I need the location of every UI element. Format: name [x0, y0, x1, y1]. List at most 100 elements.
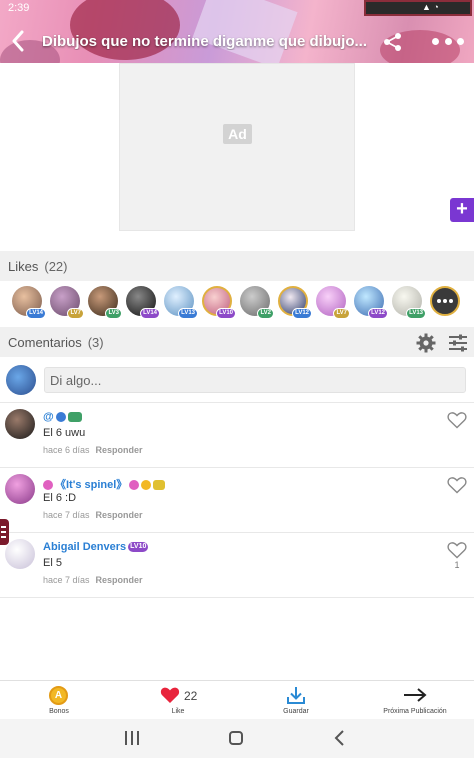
comment-item: @ El 6 uwu hace 6 días Responder: [0, 403, 474, 467]
comment-author[interactable]: @: [43, 411, 82, 423]
level-badge-icon: [67, 412, 82, 423]
liker-avatar[interactable]: LV14: [12, 286, 46, 319]
share-button[interactable]: [382, 31, 404, 53]
heart-outline-icon[interactable]: [447, 476, 467, 494]
post-screen: 2:39 ▲ ◔ Dibujos que no termine diganme …: [0, 0, 474, 758]
level-badge: LV3: [105, 308, 122, 319]
comment-meta: hace 7 días Responder: [43, 510, 143, 520]
liker-avatar[interactable]: LV13: [392, 286, 426, 319]
liker-avatar[interactable]: LV2: [240, 286, 274, 319]
back-button[interactable]: [6, 26, 30, 56]
comment-input[interactable]: [44, 367, 466, 393]
level-badge: LV7: [333, 308, 350, 319]
post-header: 2:39 ▲ ◔ Dibujos que no termine diganme …: [0, 0, 474, 63]
comment-time: hace 7 días: [43, 575, 90, 585]
likes-title-label: Likes: [8, 259, 39, 274]
level-badge: LV7: [67, 308, 84, 319]
next-post-button[interactable]: Próxima Publicación: [370, 681, 460, 720]
comment-text: El 6 uwu: [43, 427, 86, 439]
comment-author-name: 《It's spinel》: [55, 479, 128, 491]
wifi-icon: ▲ ◔: [422, 2, 439, 12]
level-badge: LV13: [406, 308, 426, 319]
comment-meta: hace 6 días Responder: [43, 445, 143, 455]
arrow-right-icon: [404, 688, 427, 702]
my-avatar: [6, 365, 36, 395]
comments-title: Comentarios (3): [8, 335, 104, 350]
likers-row: LV14 LV7 LV3 LV14 LV13 LV10 LV2 LV12 LV7…: [0, 283, 474, 323]
liker-avatar[interactable]: LV7: [316, 286, 350, 319]
system-nav-bar: [0, 719, 474, 758]
comment-author[interactable]: 《It's spinel》: [43, 476, 166, 492]
comment-avatar[interactable]: [5, 539, 35, 569]
share-icon: [384, 33, 401, 51]
gem-icon: [129, 480, 140, 491]
gem-icon: [43, 480, 53, 491]
comment-time: hace 7 días: [43, 510, 90, 520]
likes-title: Likes (22): [8, 259, 67, 274]
comment-author[interactable]: Abigail Denvers LV10: [43, 541, 149, 553]
divider: [0, 597, 474, 598]
heart-icon: [160, 687, 180, 703]
ad-label: Ad: [223, 124, 252, 144]
dot-icon: [432, 37, 439, 45]
status-bar-overlay: [364, 0, 472, 16]
post-title: Dibujos que no termine diganme que dibuj…: [42, 33, 368, 50]
status-time: 2:39: [8, 2, 30, 14]
comment-like-count: 1: [454, 560, 460, 570]
filter-sliders-icon[interactable]: [448, 334, 468, 352]
home-button[interactable]: [229, 731, 243, 745]
level-badge: LV10: [216, 308, 236, 319]
reply-button[interactable]: Responder: [96, 510, 143, 520]
chevron-left-icon: [12, 30, 24, 52]
recents-button[interactable]: [125, 731, 139, 745]
heart-outline-icon[interactable]: [447, 541, 467, 559]
download-icon: [287, 687, 305, 704]
comment-author-name: Abigail Denvers: [43, 541, 127, 553]
comment-avatar[interactable]: [5, 409, 35, 439]
like-label: Like: [171, 708, 185, 715]
level-badge-icon: [153, 480, 166, 491]
level-badge: LV14: [26, 308, 46, 319]
liker-avatar[interactable]: LV3: [88, 286, 122, 319]
dot-icon: [444, 37, 452, 45]
likes-count: (22): [44, 259, 68, 274]
comment-item: 《It's spinel》 El 6 :D hace 7 días Respond…: [0, 468, 474, 532]
save-label: Guardar: [283, 708, 309, 715]
ad-banner[interactable]: Ad: [119, 63, 355, 231]
side-menu-tab[interactable]: [0, 519, 9, 545]
more-options-button[interactable]: [432, 32, 464, 50]
liker-avatar[interactable]: LV13: [164, 286, 198, 319]
post-action-bar: A Bonos 22 Like Guardar Próxima Publicac…: [0, 680, 474, 719]
liker-avatar[interactable]: LV12: [354, 286, 388, 319]
badge-icon: [55, 412, 66, 423]
bonos-button[interactable]: A Bonos: [29, 681, 89, 720]
comment-avatar[interactable]: [5, 474, 35, 504]
comment-meta: hace 7 días Responder: [43, 575, 143, 585]
next-post-label: Próxima Publicación: [383, 708, 447, 715]
level-badge: LV12: [292, 308, 312, 319]
coin-icon: A: [49, 686, 68, 705]
liker-avatar[interactable]: LV10: [202, 286, 236, 319]
comments-title-label: Comentarios: [8, 335, 82, 350]
liker-avatar[interactable]: LV7: [50, 286, 84, 319]
comments-section-header: Comentarios (3): [0, 327, 474, 357]
level-badge: LV14: [140, 308, 160, 319]
system-back-button[interactable]: [334, 730, 346, 746]
heart-outline-icon[interactable]: [447, 411, 467, 429]
level-badge: LV12: [368, 308, 388, 319]
gear-icon[interactable]: [416, 333, 436, 353]
level-badge: LV13: [178, 308, 198, 319]
liker-avatar[interactable]: LV12: [278, 286, 312, 319]
comment-text: El 6 :D: [43, 492, 77, 504]
comment-item: Abigail Denvers LV10 El 5 hace 7 días Resp…: [0, 533, 474, 597]
more-likers-button[interactable]: [430, 286, 460, 316]
comments-count: (3): [87, 335, 104, 350]
save-button[interactable]: Guardar: [266, 681, 326, 720]
coin-icon: [141, 480, 152, 491]
reply-button[interactable]: Responder: [96, 445, 143, 455]
reply-button[interactable]: Responder: [96, 575, 143, 585]
create-post-button[interactable]: +: [450, 198, 474, 222]
like-button[interactable]: 22 Like: [148, 681, 208, 720]
comment-time: hace 6 días: [43, 445, 90, 455]
liker-avatar[interactable]: LV14: [126, 286, 160, 319]
